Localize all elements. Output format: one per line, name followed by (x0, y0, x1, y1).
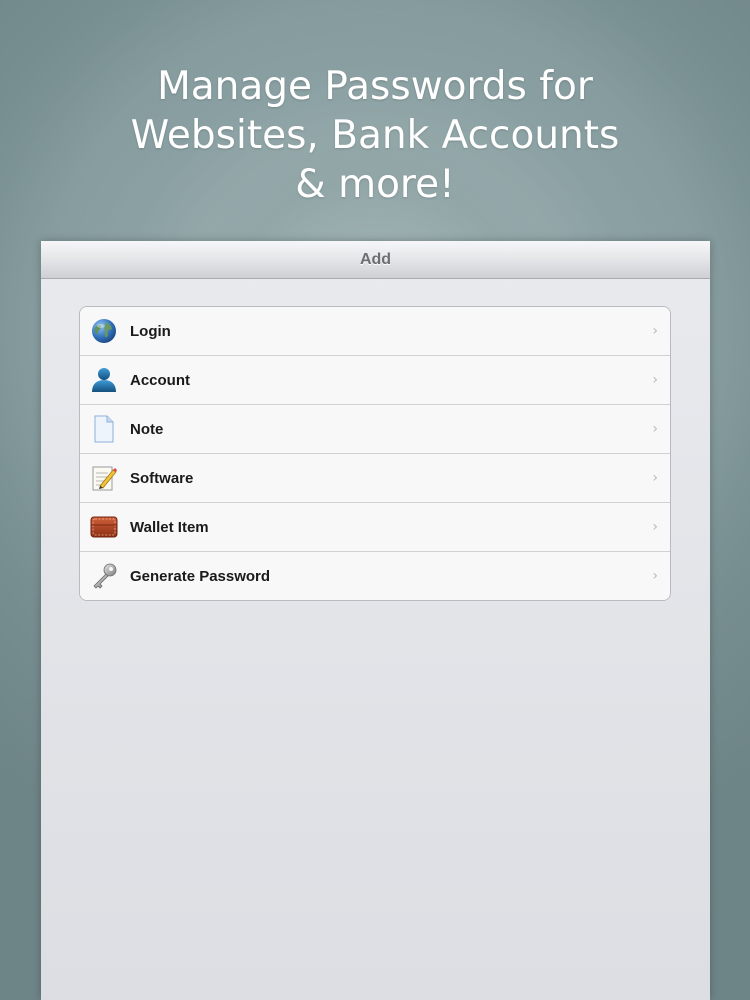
headline-line-1: Manage Passwords for (157, 64, 593, 109)
list-item-software[interactable]: Software › (80, 453, 670, 502)
promo-headline: Manage Passwords for Websites, Bank Acco… (0, 62, 750, 209)
list-item-label: Generate Password (130, 567, 271, 585)
person-icon (90, 366, 118, 394)
list-item-label: Note (130, 420, 164, 438)
wallet-icon (90, 513, 118, 541)
software-icon (90, 464, 118, 492)
list-item-label: Account (130, 371, 190, 389)
add-item-list: Login › Account › Note › Software › Wall… (79, 306, 671, 601)
list-item-login[interactable]: Login › (80, 307, 670, 355)
list-item-label: Login (130, 322, 171, 340)
chevron-right-icon: › (652, 372, 658, 388)
list-item-note[interactable]: Note › (80, 404, 670, 453)
list-item-label: Software (130, 469, 194, 487)
chevron-right-icon: › (652, 421, 658, 437)
globe-icon (90, 317, 118, 345)
chevron-right-icon: › (652, 519, 658, 535)
chevron-right-icon: › (652, 568, 658, 584)
key-icon (90, 562, 118, 590)
add-panel: Add Login › Account › Note › Software › … (41, 241, 710, 1000)
list-item-account[interactable]: Account › (80, 355, 670, 404)
list-item-label: Wallet Item (130, 518, 209, 536)
headline-line-3: & more! (295, 162, 455, 207)
nav-title: Add (359, 250, 392, 268)
list-item-generate-password[interactable]: Generate Password › (80, 551, 670, 600)
note-icon (90, 415, 118, 443)
navigation-bar: Add (41, 241, 710, 279)
chevron-right-icon: › (652, 323, 658, 339)
headline-line-2: Websites, Bank Accounts (130, 113, 620, 158)
chevron-right-icon: › (652, 470, 658, 486)
list-item-wallet[interactable]: Wallet Item › (80, 502, 670, 551)
